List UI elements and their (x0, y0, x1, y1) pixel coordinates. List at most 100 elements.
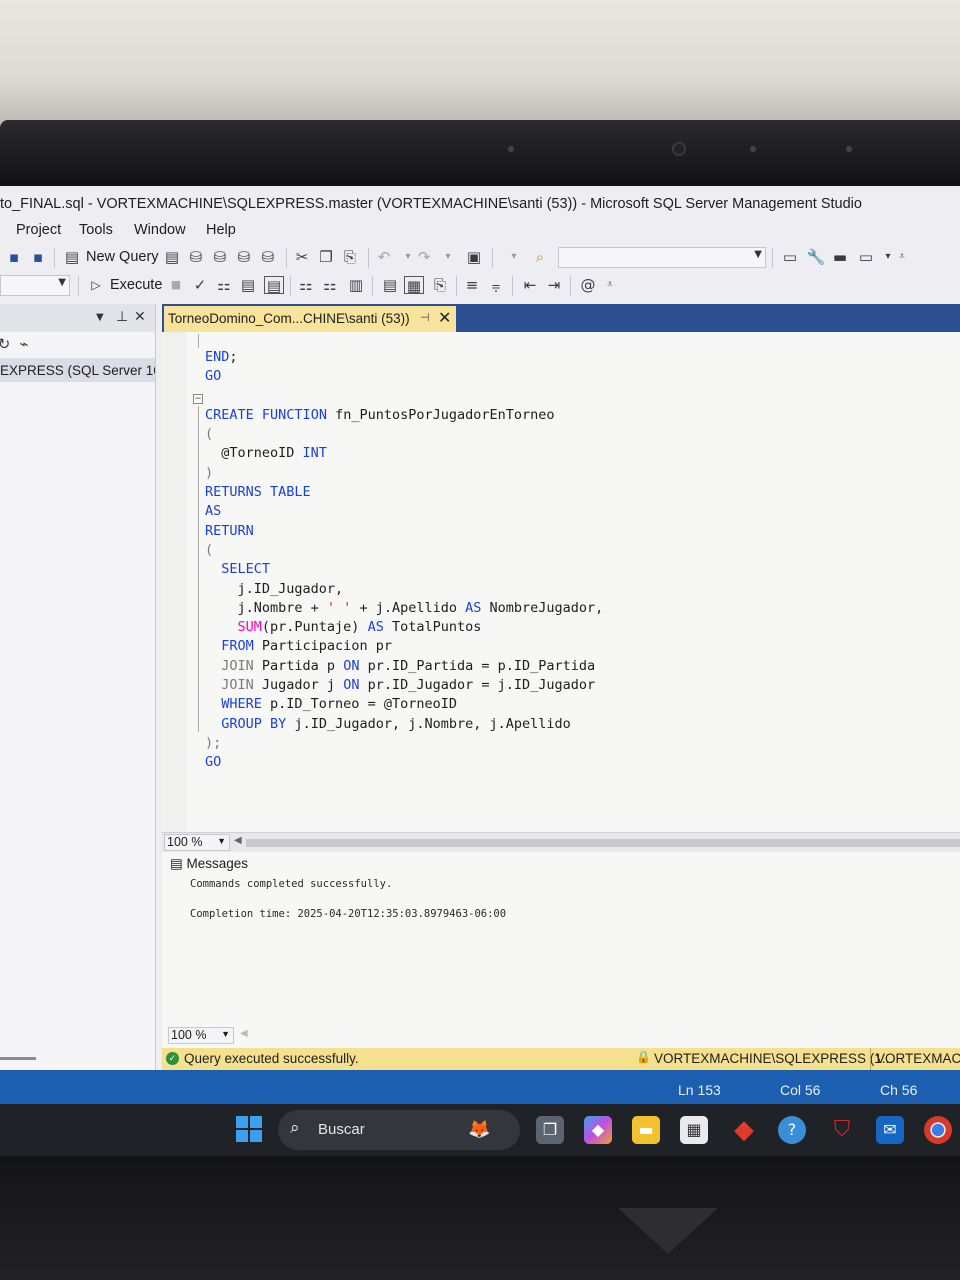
database-combo[interactable]: ▼ (0, 275, 70, 296)
activity-monitor-icon[interactable]: ▣ (464, 248, 484, 266)
server-node[interactable]: EXPRESS (SQL Server 16.0. (0, 358, 155, 382)
tab-query[interactable]: TorneoDomino_Com...CHINE\santi (53)) ⊣ ✕ (164, 306, 456, 332)
customize-toolbar-icon[interactable]: ⩡ (600, 276, 620, 294)
output-window-icon[interactable]: ▭ (856, 248, 876, 266)
taskbar-search[interactable]: ⌕ Buscar 🦊 (278, 1110, 520, 1150)
horizontal-scrollbar[interactable] (0, 1057, 36, 1060)
estimated-plan-icon[interactable]: ⚏ (214, 276, 234, 294)
user-status: VORTEXMACH (876, 1051, 960, 1066)
separator (286, 248, 287, 268)
microsoft-store-icon[interactable]: ▦ (680, 1116, 708, 1144)
activity-icon[interactable]: ⌁ (14, 335, 34, 353)
mdx-query-icon[interactable]: ▤ (162, 248, 182, 266)
task-view-icon[interactable]: ❐ (536, 1116, 564, 1144)
uncomment-icon[interactable]: ⩦ (486, 276, 506, 294)
undo-icon[interactable]: ↶ (374, 248, 394, 266)
separator (870, 1048, 871, 1070)
copilot-icon[interactable]: ◆ (584, 1116, 612, 1144)
separator (54, 248, 55, 268)
client-stats-icon[interactable]: ▥ (346, 276, 366, 294)
results-to-text-icon[interactable]: ▤ (380, 276, 400, 294)
paste-icon[interactable]: ⎘ (340, 248, 360, 266)
scroll-left-icon[interactable]: ◀ (240, 1028, 248, 1039)
windows-logo-icon (250, 1116, 262, 1128)
help-icon[interactable]: ? (778, 1116, 806, 1144)
separator (772, 248, 773, 268)
separator (368, 248, 369, 268)
save-icon[interactable]: ▪ (4, 248, 24, 266)
dmx-query-icon[interactable]: ⛁ (186, 248, 206, 266)
outlook-icon[interactable]: ✉ (876, 1116, 904, 1144)
git-icon[interactable]: ◆ (730, 1116, 758, 1144)
live-stats-icon[interactable]: ⚏ (320, 276, 340, 294)
copy-icon[interactable]: ❐ (316, 248, 336, 266)
execute-button[interactable]: Execute (110, 277, 162, 293)
fold-line (198, 406, 199, 732)
ide-status-bar: Ln 153 Col 56 Ch 56 (0, 1070, 960, 1104)
file-explorer-icon[interactable]: ▬ (632, 1116, 660, 1144)
separator (456, 276, 457, 296)
server-status: VORTEXMACHINE\SQLEXPRESS (1... (654, 1051, 894, 1066)
query-status-bar: ✓ Query executed successfully. 🔒 VORTEXM… (162, 1048, 960, 1070)
chevron-down-icon[interactable]: ▼ (96, 312, 104, 323)
find-icon[interactable]: ⌕ (530, 248, 550, 266)
line-indicator: Ln 153 (678, 1082, 721, 1098)
toolbox-icon[interactable]: ▬ (830, 248, 850, 266)
chevron-down-icon[interactable]: ▾ (438, 248, 458, 266)
menu-tools[interactable]: Tools (79, 222, 113, 238)
pin-icon[interactable]: ⊥ (116, 309, 128, 325)
zoom-combo[interactable]: 100 % ▼ (168, 1027, 234, 1044)
specify-values-icon[interactable]: @ (578, 276, 598, 294)
results-to-file-icon[interactable]: ⎘ (430, 276, 450, 294)
menu-window[interactable]: Window (134, 222, 186, 238)
comment-icon[interactable]: ≡ (462, 276, 482, 294)
tab-messages[interactable]: ▤ Messages (170, 856, 248, 872)
stop-icon[interactable]: ■ (166, 276, 186, 294)
new-query-icon[interactable]: ▤ (62, 248, 82, 266)
chrome-icon[interactable] (924, 1116, 952, 1144)
separator (570, 276, 571, 296)
include-plan-icon[interactable]: ⚏ (296, 276, 316, 294)
parse-checkmark-icon[interactable]: ✓ (190, 276, 210, 294)
new-query-button[interactable]: New Query (86, 249, 159, 265)
customize-toolbar-icon[interactable]: ⩡ (892, 248, 912, 266)
window-title: to_FINAL.sql - VORTEXMACHINE\SQLEXPRESS.… (0, 186, 960, 220)
message-line: Commands completed successfully. (190, 878, 393, 890)
collapse-icon[interactable]: − (193, 394, 203, 404)
horizontal-scrollbar[interactable] (246, 839, 960, 847)
separator (78, 276, 79, 296)
redo-icon[interactable]: ↷ (414, 248, 434, 266)
dmx-query-icon[interactable]: ⛁ (210, 248, 230, 266)
fold-line (198, 334, 199, 348)
scroll-left-icon[interactable]: ◀ (234, 835, 242, 846)
save-all-icon[interactable]: ▪ (28, 248, 48, 266)
mcafee-icon[interactable]: ⛉ (828, 1116, 856, 1144)
increase-indent-icon[interactable]: ⇥ (544, 276, 564, 294)
find-combo[interactable]: ▼ (558, 247, 766, 268)
query-options-icon[interactable]: ▤ (238, 276, 258, 294)
xmla-query-icon[interactable]: ⛁ (234, 248, 254, 266)
menu-project[interactable]: Project (16, 222, 61, 238)
execute-play-icon[interactable]: ▷ (86, 276, 106, 294)
solution-explorer-icon[interactable]: ▭ (780, 248, 800, 266)
close-icon[interactable]: ✕ (438, 308, 451, 328)
object-explorer-panel: ▼ ⊥ ✕ ↻ ⌁ EXPRESS (SQL Server 16.0. (0, 304, 156, 1070)
cut-icon[interactable]: ✂ (292, 248, 312, 266)
search-icon: ⌕ (290, 1118, 300, 1137)
refresh-icon[interactable]: ↻ (0, 335, 14, 353)
zoom-combo[interactable]: 100 % ▼ (164, 834, 230, 851)
menu-help[interactable]: Help (206, 222, 236, 238)
webcam (672, 142, 686, 156)
sql-editor[interactable]: − END; GO CREATE FUNCTION fn_PuntosPorJug… (162, 332, 960, 832)
pin-icon[interactable]: ⊣ (420, 311, 430, 324)
sql-editor-toolbar: ▼ ▷ Execute ■ ✓ ⚏ ▤ ▤ ⚏ ⚏ ▥ ▤ ▦ ⎘ ≡ ⩦ ⇤ … (0, 272, 960, 300)
start-button[interactable] (236, 1116, 262, 1142)
dax-query-icon[interactable]: ⛁ (258, 248, 278, 266)
results-to-grid-icon[interactable]: ▦ (404, 276, 424, 295)
close-icon[interactable]: ✕ (134, 309, 146, 325)
chevron-down-icon[interactable]: ▾ (504, 248, 524, 266)
intellisense-icon[interactable]: ▤ (264, 276, 284, 295)
search-label: Buscar (318, 1121, 365, 1138)
properties-wrench-icon[interactable]: 🔧 (806, 248, 826, 266)
decrease-indent-icon[interactable]: ⇤ (520, 276, 540, 294)
